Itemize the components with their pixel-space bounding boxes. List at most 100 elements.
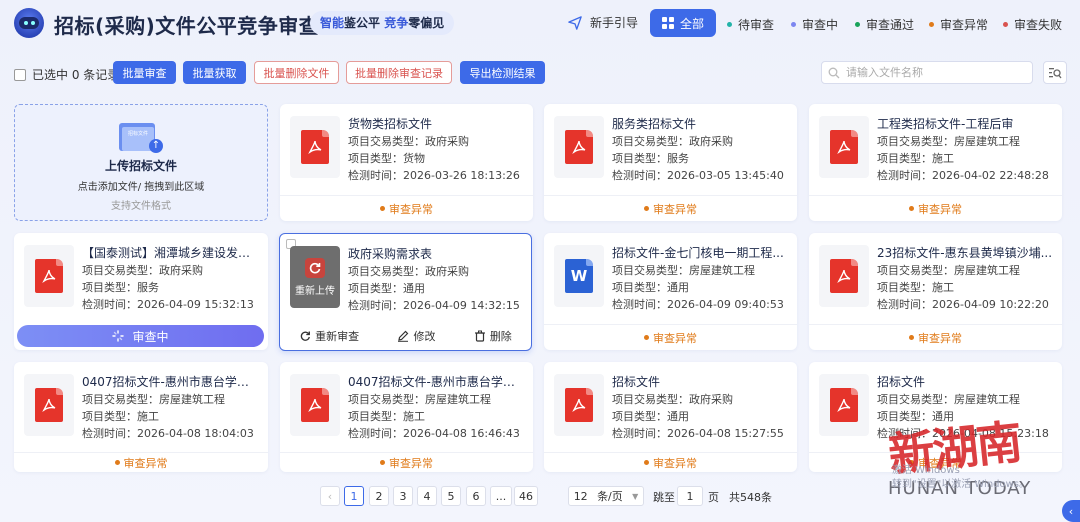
pdf-file-icon xyxy=(830,388,858,422)
search-input[interactable] xyxy=(846,66,1026,79)
page-button-5[interactable]: 5 xyxy=(441,486,461,506)
prev-page-button[interactable]: ‹ xyxy=(320,486,340,506)
word-file-icon: W xyxy=(565,259,593,293)
trade-type: 房屋建筑工程 xyxy=(954,135,1020,148)
trade-type: 政府采购 xyxy=(689,393,733,406)
file-card[interactable]: 23招标文件-惠东县黄埠镇沙埔... 项目交易类型：房屋建筑工程 项目类型：施工… xyxy=(809,233,1062,350)
side-expand-button[interactable]: ‹ xyxy=(1062,500,1080,522)
project-type: 施工 xyxy=(137,410,159,423)
batch-delete-records-button[interactable]: 批量删除审查记录 xyxy=(346,61,452,84)
trade-type: 房屋建筑工程 xyxy=(689,264,755,277)
trade-type: 政府采购 xyxy=(425,135,469,148)
file-name: 政府采购需求表 xyxy=(348,247,433,261)
card-actions: 重新审查 修改 删除 xyxy=(280,322,531,350)
file-name: 货物类招标文件 xyxy=(348,117,433,131)
trade-type: 房屋建筑工程 xyxy=(159,393,225,406)
pdf-file-icon xyxy=(830,130,858,164)
status-dot-icon xyxy=(791,22,796,27)
page-button-4[interactable]: 4 xyxy=(417,486,437,506)
trade-type: 房屋建筑工程 xyxy=(954,393,1020,406)
jump-page-input[interactable]: 1 xyxy=(677,486,703,506)
file-card[interactable]: 【国泰测试】湘潭城乡建设发展... 项目交易类型：政府采购 项目类型：服务 检测… xyxy=(14,233,268,350)
file-card[interactable]: 工程类招标文件-工程后审 项目交易类型：房屋建筑工程 项目类型：施工 检测时间：… xyxy=(809,104,1062,221)
status-dot-icon xyxy=(929,22,934,27)
pdf-file-icon xyxy=(301,130,329,164)
check-time: 2026-04-08 16:46:43 xyxy=(403,427,520,440)
reupload-button[interactable]: 重新上传 xyxy=(290,246,340,308)
check-time: 2026-04-02 22:48:28 xyxy=(932,169,1049,182)
export-results-button[interactable]: 导出检测结果 xyxy=(460,61,545,84)
page-button-last[interactable]: 46 xyxy=(514,486,538,506)
trade-type: 房屋建筑工程 xyxy=(425,393,491,406)
checkbox-icon xyxy=(14,68,26,81)
check-time: 2026-04-08 18:04:03 xyxy=(137,427,254,440)
batch-review-button[interactable]: 批量审查 xyxy=(113,61,176,84)
file-name: 23招标文件-惠东县黄埠镇沙埔... xyxy=(877,246,1053,260)
batch-fetch-button[interactable]: 批量获取 xyxy=(183,61,246,84)
robot-logo-icon xyxy=(14,8,44,38)
file-name: 【国泰测试】湘潭城乡建设发展... xyxy=(82,246,260,260)
search-box xyxy=(821,61,1033,84)
file-card[interactable]: 0407招标文件-惠州市惠台学校... 项目交易类型：房屋建筑工程 项目类型：施… xyxy=(14,362,268,472)
pdf-file-icon xyxy=(301,388,329,422)
trash-icon xyxy=(474,330,485,342)
chevron-down-icon: ▼ xyxy=(632,491,639,501)
page-button-6[interactable]: 6 xyxy=(466,486,486,506)
status-badge: 审查异常 xyxy=(544,452,797,472)
filter-failed[interactable]: 审查失败 xyxy=(1003,16,1062,33)
guide-button[interactable]: 新手引导 xyxy=(568,14,638,31)
windows-activation-watermark: 激活 Windows 转到"设置"以激活 Windows。 xyxy=(892,465,1030,490)
file-name: 招标文件 xyxy=(877,375,926,389)
app-title: 招标(采购)文件公平竞争审查 xyxy=(54,14,320,38)
filter-abnormal[interactable]: 审查异常 xyxy=(929,16,988,33)
page-ellipsis[interactable]: ... xyxy=(490,486,512,506)
check-time: 2026-04-08 15:27:55 xyxy=(667,427,784,440)
project-type: 通用 xyxy=(403,282,425,295)
trade-type: 房屋建筑工程 xyxy=(954,264,1020,277)
folder-icon: 招标文件 ↑ xyxy=(119,121,163,153)
check-time: 2026-04-09 14:32:15 xyxy=(403,299,520,312)
advanced-search-button[interactable] xyxy=(1043,61,1067,84)
file-name: 服务类招标文件 xyxy=(612,117,697,131)
project-type: 通用 xyxy=(667,410,689,423)
filter-all[interactable]: 全部 xyxy=(650,9,716,37)
upload-dropzone[interactable]: 招标文件 ↑ 上传招标文件 点击添加文件/ 拖拽到此区域 支持文件格式 xyxy=(14,104,268,221)
file-card[interactable]: 招标文件 项目交易类型：政府采购 项目类型：通用 检测时间：2026-04-08… xyxy=(544,362,797,472)
file-card-selected[interactable]: 重新上传 政府采购需求表 项目交易类型：政府采购 项目类型：通用 检测时间：20… xyxy=(279,233,532,351)
total-count: 共548条 xyxy=(729,491,772,504)
status-dot-icon xyxy=(855,22,860,27)
filter-reviewing[interactable]: 审查中 xyxy=(791,16,838,33)
status-dot-icon xyxy=(727,22,732,27)
trade-type: 政府采购 xyxy=(159,264,203,277)
check-time: 2026-04-09 15:32:13 xyxy=(137,298,254,311)
check-time: 2026-04-09 10:22:20 xyxy=(932,298,1049,311)
file-card[interactable]: W 招标文件-金七门核电一期工程... 项目交易类型：房屋建筑工程 项目类型：通… xyxy=(544,233,797,350)
filter-pending[interactable]: 待审查 xyxy=(727,16,774,33)
file-card[interactable]: 货物类招标文件 项目交易类型：政府采购 项目类型：货物 检测时间：2026-03… xyxy=(280,104,533,221)
upload-formats: 支持文件格式 xyxy=(111,201,171,212)
project-type: 施工 xyxy=(932,281,954,294)
pdf-file-icon xyxy=(565,388,593,422)
page-button-1[interactable]: 1 xyxy=(344,486,364,506)
pdf-file-icon xyxy=(35,388,63,422)
file-name: 0407招标文件-惠州市惠台学校... xyxy=(82,375,260,389)
refresh-icon xyxy=(305,257,325,278)
page-size-select[interactable]: 12 条/页 ▼ xyxy=(568,486,644,506)
page-button-3[interactable]: 3 xyxy=(393,486,413,506)
check-time: 2026-03-26 18:13:26 xyxy=(403,169,520,182)
delete-button[interactable]: 删除 xyxy=(474,328,512,344)
page-button-2[interactable]: 2 xyxy=(369,486,389,506)
filter-passed[interactable]: 审查通过 xyxy=(855,16,914,33)
file-card[interactable]: 0407招标文件-惠州市惠台学校... 项目交易类型：房屋建筑工程 项目类型：施… xyxy=(280,362,533,472)
file-card[interactable]: 服务类招标文件 项目交易类型：政府采购 项目类型：服务 检测时间：2026-03… xyxy=(544,104,797,221)
status-badge: 审查异常 xyxy=(809,324,1062,350)
edit-button[interactable]: 修改 xyxy=(397,328,435,344)
refresh-icon xyxy=(300,331,311,341)
status-badge: 审查异常 xyxy=(544,195,797,221)
select-all-checkbox[interactable]: 已选中 0 条记录 xyxy=(14,66,119,83)
search-icon xyxy=(828,67,840,78)
re-review-button[interactable]: 重新审查 xyxy=(299,328,359,344)
pdf-file-icon xyxy=(830,259,858,293)
batch-delete-files-button[interactable]: 批量删除文件 xyxy=(254,61,339,84)
project-type: 通用 xyxy=(667,281,689,294)
